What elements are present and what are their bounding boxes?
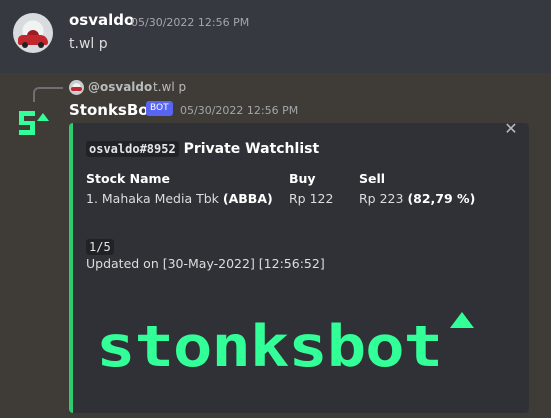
embed-title-text: Private Watchlist	[183, 141, 320, 157]
message-osvaldo: osvaldo 05/30/2022 12:56 PM t.wl p	[0, 0, 551, 73]
updated-timestamp: Updated on [30-May-2022] [12:56:52]	[86, 256, 325, 271]
bot-avatar[interactable]	[13, 103, 53, 143]
bot-name[interactable]: StonksBot	[69, 101, 156, 119]
message-content: t.wl p	[69, 36, 108, 52]
stonksbot-banner-logo: stonksbot	[96, 312, 474, 376]
bot-badge: BOT	[146, 101, 173, 116]
message-timestamp: 05/30/2022 12:56 PM	[131, 16, 250, 29]
message-author[interactable]: osvaldo	[69, 11, 134, 29]
close-icon[interactable]: ✕	[504, 121, 518, 137]
reply-avatar[interactable]	[69, 80, 84, 95]
user-code: osvaldo#8952	[86, 141, 179, 157]
logo-text: stonksbot	[96, 314, 442, 376]
bot-message-timestamp: 05/30/2022 12:56 PM	[180, 104, 299, 117]
column-sell: Sell	[359, 171, 386, 186]
embed-title: osvaldo#8952 Private Watchlist	[86, 141, 319, 157]
stock-name-cell: 1. Mahaka Media Tbk (ABBA)	[86, 191, 273, 206]
column-buy: Buy	[289, 171, 316, 186]
stock-ticker: (ABBA)	[222, 191, 273, 206]
sell-percent: (82,79 %)	[407, 191, 476, 206]
user-avatar[interactable]	[13, 13, 53, 53]
up-arrow-icon	[450, 312, 474, 328]
reply-spine	[33, 87, 63, 102]
page-indicator: 1/5	[86, 236, 114, 255]
column-stock-name: Stock Name	[86, 171, 171, 186]
reply-mention[interactable]: @osvaldo	[88, 80, 152, 94]
reply-content[interactable]: t.wl p	[153, 80, 186, 94]
buy-cell: Rp 122	[289, 191, 334, 206]
sell-cell: Rp 223 (82,79 %)	[359, 191, 476, 206]
stonksbot-logo-icon	[19, 111, 49, 135]
